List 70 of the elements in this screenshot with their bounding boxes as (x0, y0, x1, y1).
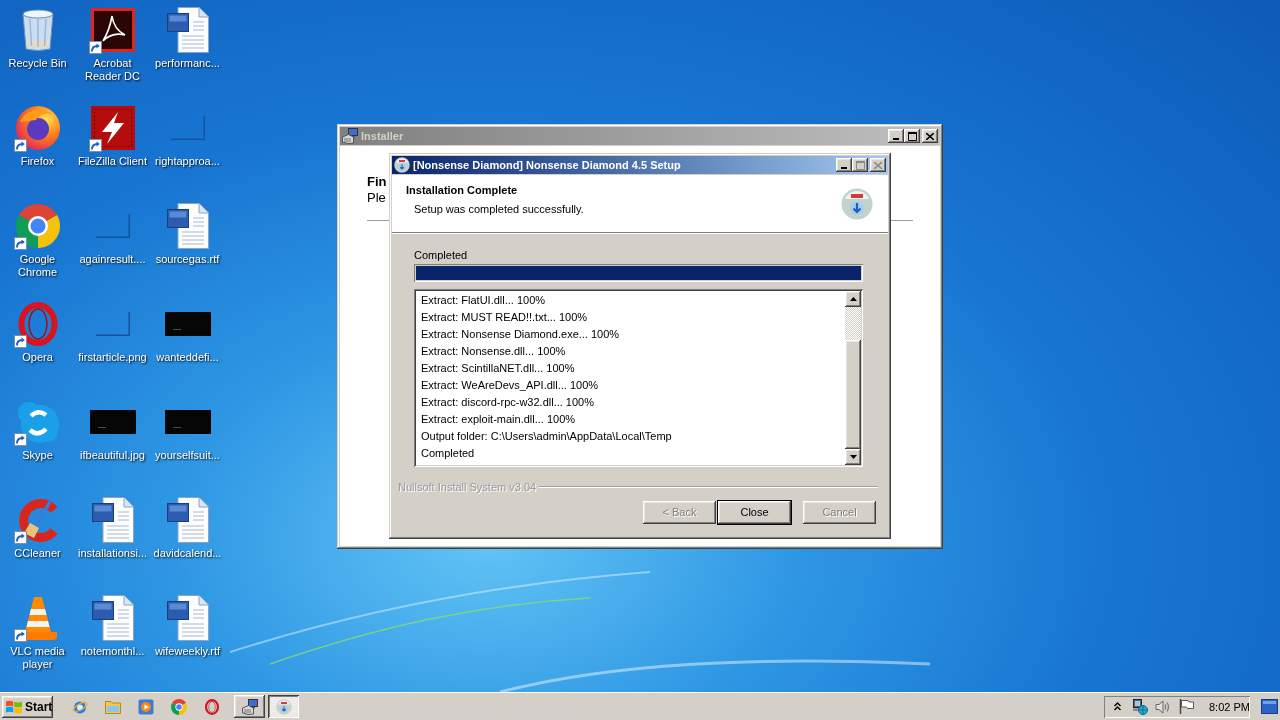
filezilla-icon (90, 106, 135, 150)
network-icon[interactable] (1132, 698, 1148, 715)
flag-icon[interactable] (1179, 699, 1194, 714)
taskbar-window-button[interactable] (268, 695, 299, 718)
taskbar-window-button[interactable] (234, 695, 265, 718)
dark-thumbnail-icon (164, 410, 211, 434)
window-title: [Nonsense Diamond] Nonsense Diamond 4.5 Setup (413, 158, 681, 172)
close-button[interactable] (922, 129, 938, 143)
minimize-button[interactable] (836, 158, 852, 172)
header-title: Installation Complete (406, 183, 518, 197)
log-line: Extract: FlatUI.dll... 100% (421, 293, 546, 308)
maximize-button[interactable] (904, 129, 920, 143)
word-document-icon (166, 497, 209, 543)
minimize-icon (893, 138, 899, 140)
log-line: Extract: WeAreDevs_API.dll... 100% (421, 378, 599, 393)
opera-icon[interactable] (204, 698, 220, 715)
chrome-icon[interactable] (171, 698, 187, 715)
window-title: Installer (361, 129, 404, 143)
maximize-icon (855, 160, 865, 170)
log-line: Extract: Nonsense.dll... 100% (421, 344, 566, 359)
installer-branding: Nullsoft Install System v3.04 (398, 480, 537, 494)
show-desktop-icon[interactable] (1260, 699, 1278, 714)
acrobat-icon (90, 8, 135, 52)
clock: 8:02 PM (1209, 699, 1250, 714)
scrollbar-thumb[interactable] (845, 340, 861, 449)
speaker-icon[interactable] (1155, 699, 1170, 714)
computer-box-icon (342, 128, 358, 144)
computer-box-icon (241, 698, 258, 715)
dialog-button[interactable]: Close (718, 501, 791, 524)
minimize-button[interactable] (888, 129, 904, 143)
dark-thumbnail-icon (89, 410, 136, 434)
setup-disc-icon (275, 698, 292, 715)
caret-down-icon (849, 455, 857, 459)
word-document-icon (166, 7, 209, 53)
setup-disc-icon (394, 157, 410, 173)
header-subtitle: Setup was completed successfully. (414, 202, 584, 216)
word-document-icon (166, 203, 209, 249)
skype-icon (15, 400, 60, 444)
media-player-icon[interactable] (138, 698, 154, 715)
maximize-icon (907, 131, 917, 141)
log-line: Extract: MUST READ!!.txt... 100% (421, 310, 588, 325)
log-line: Extract: exploit-main.dll... 100% (421, 412, 576, 427)
blank-thumbnail-icon (170, 116, 205, 140)
word-document-icon (166, 595, 209, 641)
progress-label: Completed (414, 248, 468, 262)
word-document-icon (91, 497, 134, 543)
minimize-icon (841, 167, 847, 169)
log-line: Extract: Nonsense Diamond.exe... 100% (421, 327, 620, 342)
log-line: Completed (421, 446, 475, 461)
log-line: Extract: discord-rpc-w32.dll... 100% (421, 395, 594, 410)
close-icon (874, 161, 882, 169)
page-subtitle: Ple (367, 190, 386, 206)
scroll-down-button[interactable] (845, 449, 861, 465)
log-line: Output folder: C:\Users\admin\AppData\Local\Temp (421, 429, 672, 444)
windows-logo-icon (6, 699, 22, 714)
firefox-icon (15, 106, 60, 150)
close-icon (926, 132, 934, 140)
scroll-up-button[interactable] (845, 291, 861, 307)
chrome-icon (15, 204, 60, 248)
dark-thumbnail-icon (164, 312, 211, 336)
page-heading: Fin (367, 174, 387, 190)
start-button[interactable]: Start (2, 695, 53, 718)
setup-disc-icon (841, 188, 873, 220)
blank-thumbnail-icon (95, 312, 130, 336)
log-line: Extract: ScintillaNET.dll... 100% (421, 361, 575, 376)
recycle-bin-icon (20, 9, 55, 51)
chevrons-up-icon[interactable] (1114, 702, 1121, 711)
blank-thumbnail-icon (95, 214, 130, 238)
caret-up-icon (849, 297, 857, 301)
word-document-icon (91, 595, 134, 641)
